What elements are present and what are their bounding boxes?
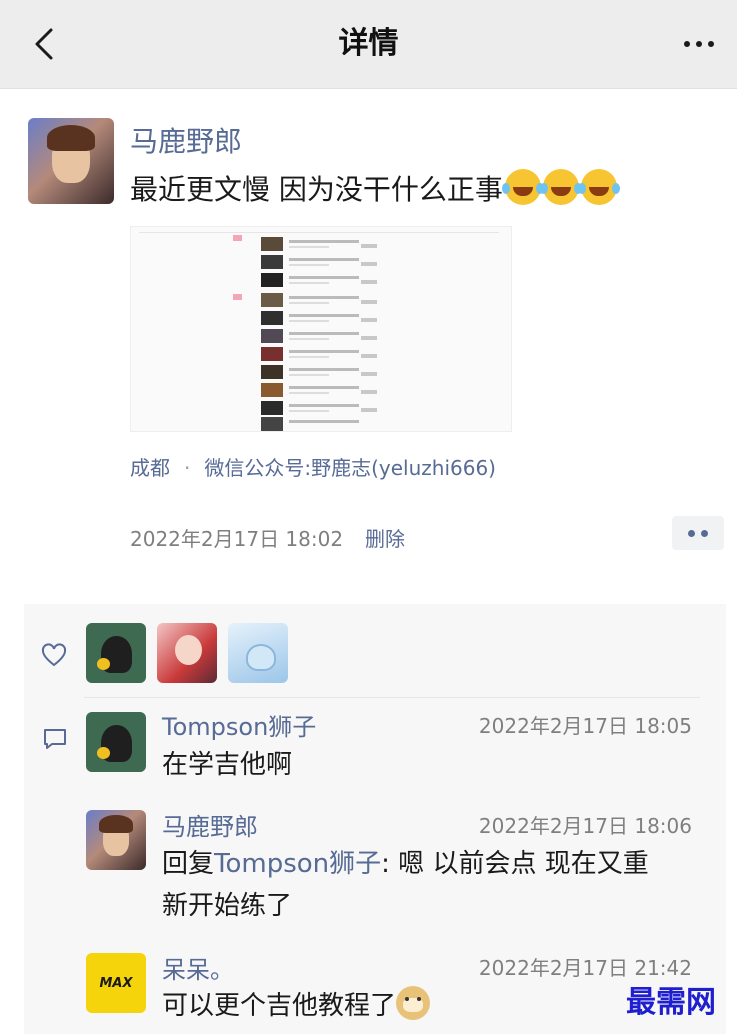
comment-text: 在学吉他啊 — [162, 750, 293, 780]
commenter-avatar[interactable]: MAX — [86, 953, 146, 1013]
author-name[interactable]: 马鹿野郎 — [130, 120, 242, 160]
post-time: 2022年2月17日 18:02 — [130, 527, 344, 551]
author-avatar[interactable] — [28, 118, 114, 204]
comment-icon — [44, 729, 66, 749]
like-avatar[interactable] — [228, 623, 288, 683]
delete-button[interactable]: 删除 — [365, 523, 405, 552]
commenter-name[interactable]: 呆呆。 — [162, 950, 234, 985]
comment-text-continued: 新开始练了 — [162, 891, 293, 921]
like-avatar[interactable] — [157, 623, 217, 683]
comment-like-menu-button[interactable] — [672, 516, 724, 550]
watermark: 最需网 — [626, 985, 716, 1020]
commenter-avatar[interactable] — [86, 810, 146, 870]
post-text: 最近更文慢 因为没干什么正事 — [130, 168, 617, 212]
more-dots-icon[interactable] — [679, 22, 719, 66]
comment-text: 可以更个吉他教程了 — [162, 985, 431, 1027]
commenter-avatar[interactable] — [86, 712, 146, 772]
laugh-cry-emoji — [501, 169, 541, 205]
post-location[interactable]: 成都 · 微信公众号:野鹿志(yeluzhi666) — [130, 452, 496, 481]
comment-time: 2022年2月17日 18:06 — [478, 814, 692, 838]
comment-time: 2022年2月17日 18:05 — [478, 714, 692, 738]
commenter-name[interactable]: Tompson狮子 — [162, 707, 316, 742]
reply-to-name[interactable]: Tompson狮子 — [214, 849, 381, 879]
page-title: 详情 — [338, 26, 399, 61]
laugh-cry-emoji — [577, 169, 617, 205]
comment-text: 回复Tompson狮子: 嗯 以前会点 现在又重 — [162, 849, 649, 879]
post-image[interactable] — [130, 226, 512, 432]
top-bar: 详情 — [0, 0, 737, 89]
like-avatar[interactable] — [86, 623, 146, 683]
heart-icon — [41, 643, 67, 667]
commenter-name[interactable]: 马鹿野郎 — [162, 807, 258, 842]
laugh-cry-emoji — [539, 169, 579, 205]
doge-emoji — [396, 986, 431, 1020]
divider — [84, 697, 700, 698]
